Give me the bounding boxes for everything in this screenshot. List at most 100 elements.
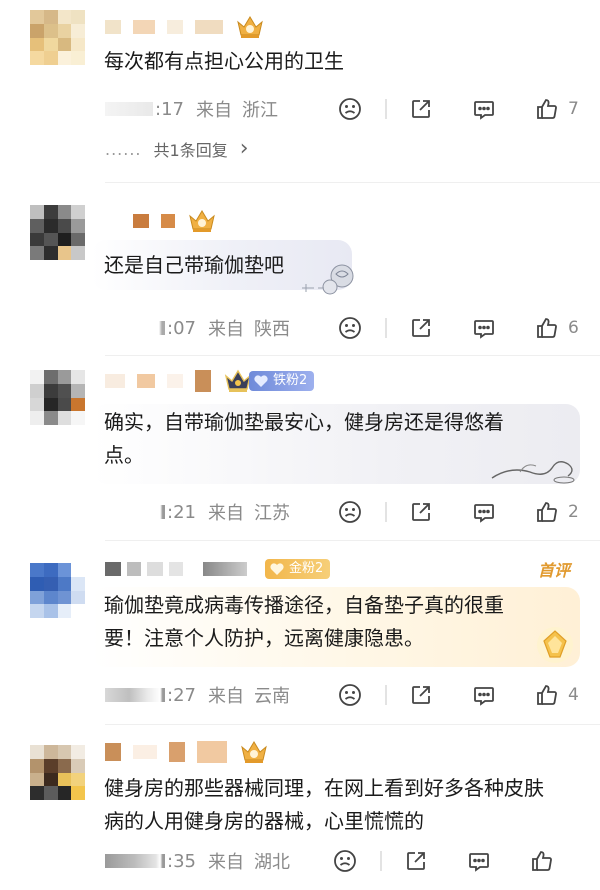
share-icon [407,852,425,870]
comment-meta: :07 来自 陕西 [105,316,290,340]
username-blurred[interactable] [197,741,227,763]
share-icon [412,100,430,118]
share-button[interactable] [401,847,431,875]
comment-item: 健身房的那些器械同理，在网上看到好多各种皮肤 病的人用健身房的器械，心里慌慌的 … [0,725,600,890]
like-button[interactable] [532,314,562,342]
share-button[interactable] [406,95,436,123]
username-blurred[interactable] [195,370,211,392]
share-icon [412,503,430,521]
avatar[interactable] [30,10,85,65]
avatar[interactable] [30,745,85,800]
dislike-button[interactable] [335,95,365,123]
reply-summary: 共1条回复 [153,141,228,160]
crown-badge-icon [235,14,265,40]
username-blurred[interactable] [161,214,175,228]
divider [105,182,600,183]
frown-face-icon [339,684,361,706]
comment-time: :27 [167,684,196,706]
dislike-button[interactable] [330,847,360,875]
username-blurred[interactable] [133,214,149,228]
comment-location: 浙江 [241,100,278,121]
thumbs-up-icon [537,502,557,522]
reply-button[interactable] [469,681,499,709]
username-blurred[interactable] [169,742,185,762]
username-blurred[interactable] [137,374,155,388]
dislike-button[interactable] [335,498,365,526]
share-button[interactable] [406,498,436,526]
share-button[interactable] [406,314,436,342]
thumbs-up-icon [537,318,557,338]
comment-text: 还是自己带瑜伽垫吧 [104,253,284,277]
badge-label: 金粉2 [289,561,324,576]
comment-item: 铁粉2 确实，自带瑜伽垫最安心，健身房还是得悠着 点。 :21 来自 江苏 2 [0,356,600,536]
comment-bubble-icon [474,101,494,120]
comment-text: 每次都有点担心公用的卫生 [104,49,344,73]
share-button[interactable] [406,681,436,709]
divider [380,851,382,871]
share-icon [412,686,430,704]
timestamp-blurred [105,321,165,335]
divider [385,318,387,338]
comment-item: 还是自己带瑜伽垫吧 :07 来自 陕西 6 [0,190,600,350]
comment-time: :07 [167,317,196,339]
chevron-right-icon: › [239,136,249,161]
comment-text: 确实，自带瑜伽垫最安心，健身房还是得悠着 点。 [104,410,504,467]
username-blurred[interactable] [133,20,155,34]
dislike-button[interactable] [335,314,365,342]
comment-source-label: 来自 [207,503,244,524]
comment-text: 健身房的那些器械同理，在网上看到好多各种皮肤 病的人用健身房的器械，心里慌慌的 [104,776,544,833]
comment-source-label: 来自 [195,100,232,121]
comment-source-label: 来自 [207,319,244,340]
dislike-button[interactable] [335,681,365,709]
comment-actions: 7 [335,95,580,123]
comment-bubble-icon [474,504,494,523]
comment-time: :17 [155,98,184,120]
like-button[interactable] [532,498,562,526]
like-button[interactable] [532,95,562,123]
avatar[interactable] [30,563,85,618]
username-row[interactable]: 铁粉2 [105,369,315,392]
like-button[interactable] [532,681,562,709]
timestamp-blurred [105,854,165,868]
comment-item: 金粉2 首评 瑜伽垫竟成病毒传播途径，自备垫子真的很重 要！注意个人防护，远离健… [0,541,600,721]
username-blurred[interactable] [133,745,157,759]
username-blurred[interactable] [167,20,183,34]
username-blurred[interactable] [167,374,183,388]
username-blurred[interactable] [169,562,183,576]
avatar[interactable] [30,205,85,260]
comment-meta: :17 来自 浙江 [105,97,278,121]
like-count: 2 [568,502,579,522]
frown-face-icon [339,501,361,523]
comment-meta: :21 来自 江苏 [105,500,290,524]
badge-label: 铁粉2 [273,373,308,388]
divider [385,685,387,705]
share-icon [412,319,430,337]
username-blurred[interactable] [147,562,163,576]
reply-button[interactable] [464,847,494,875]
view-replies-link[interactable]: ...... 共1条回复 › [105,137,249,161]
username-row[interactable]: 金粉2 [105,558,331,580]
reply-button[interactable] [469,95,499,123]
thumbs-up-icon [537,99,557,119]
like-button[interactable] [527,847,557,875]
username-blurred[interactable] [195,20,223,34]
username-blurred[interactable] [127,562,141,576]
timestamp-blurred [105,688,165,702]
fan-level-badge: 金粉2 [265,559,331,579]
comment-bubble-icon [469,853,489,872]
thumbs-up-icon [532,851,552,871]
username-blurred[interactable] [105,374,125,388]
username-row[interactable] [105,16,265,38]
username-blurred[interactable] [203,562,247,576]
reply-button[interactable] [469,498,499,526]
divider [385,99,387,119]
comment-location: 陕西 [253,319,290,340]
username-blurred[interactable] [105,20,121,34]
username-row[interactable] [133,210,217,232]
avatar[interactable] [30,370,85,425]
username-blurred[interactable] [105,562,121,576]
reply-button[interactable] [469,314,499,342]
comment-location: 云南 [253,686,290,707]
username-blurred[interactable] [105,743,121,761]
username-row[interactable] [105,741,269,763]
